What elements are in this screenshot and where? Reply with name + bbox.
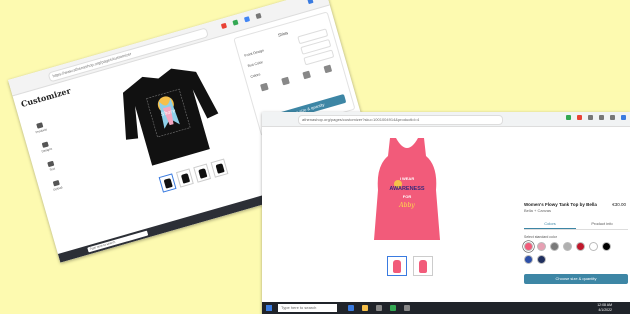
option-label: Front Design — [243, 48, 265, 58]
color-swatch[interactable] — [602, 242, 611, 251]
extension-icon[interactable] — [566, 115, 571, 120]
extension-icon[interactable] — [588, 115, 593, 120]
tool-label: Upload — [52, 185, 63, 192]
toolbar-icons — [566, 115, 626, 120]
color-swatch[interactable] — [537, 242, 546, 251]
taskbar-search[interactable]: Type here to search — [278, 304, 337, 312]
thumbnail-front[interactable] — [158, 173, 177, 193]
tab-colors[interactable]: Colors — [524, 221, 576, 229]
tool-label: Text — [49, 166, 56, 172]
color-swatch[interactable] — [563, 242, 572, 251]
thumbnail-back[interactable] — [175, 168, 194, 188]
option-label: Text Color — [246, 60, 264, 69]
product-tabs: Colors Product info — [524, 221, 628, 230]
address-bar[interactable]: athenashop.org/pages/customizer?sku=1001… — [298, 115, 503, 125]
extension-icon[interactable] — [232, 19, 239, 26]
browser-toolbar: athenashop.org/pages/customizer?sku=1001… — [262, 112, 630, 127]
thumbnail-right[interactable] — [210, 158, 229, 178]
color-swatch[interactable] — [589, 242, 598, 251]
color-swatch[interactable] — [537, 255, 546, 264]
color-swatch[interactable] — [524, 242, 533, 251]
profile-icon[interactable] — [621, 115, 626, 120]
print-line-3: FOR — [403, 194, 412, 199]
extension-icon[interactable] — [255, 12, 262, 20]
folder-icon[interactable] — [362, 305, 368, 311]
chrome-icon[interactable] — [390, 305, 396, 311]
taskbar-clock[interactable]: 12:08 AM 4/1/2022 — [597, 303, 612, 313]
tool-products[interactable]: Products — [29, 120, 52, 139]
print-line-4: Abby — [398, 202, 415, 209]
tool-text[interactable]: Text — [40, 159, 63, 178]
extension-icon[interactable] — [610, 115, 615, 120]
taskbar-search[interactable]: Type here to search — [87, 230, 149, 253]
flip-icon[interactable] — [301, 70, 311, 80]
thumbnail-front[interactable] — [387, 256, 407, 276]
product-panel: Women's Flowy Tank Top by Bella Bella + … — [524, 202, 628, 284]
app-icon[interactable] — [404, 305, 410, 311]
delete-icon[interactable] — [323, 64, 332, 74]
app-icon[interactable] — [376, 305, 382, 311]
product-price: €30.00 — [612, 202, 626, 207]
product-brand: Bella + Canvas — [524, 208, 552, 213]
taskbar-apps — [348, 305, 410, 311]
tool-upload[interactable]: Upload — [46, 178, 69, 197]
choose-size-button[interactable]: Choose size & quantity — [524, 274, 628, 284]
windows-taskbar: Type here to search 12:08 AM 4/1/2022 — [262, 302, 630, 314]
print-line-1: I WEAR — [400, 176, 415, 181]
color-swatch[interactable] — [550, 242, 559, 251]
layer-icon[interactable] — [280, 76, 290, 86]
tool-sidebar: Products Designs Text Upload — [29, 120, 70, 202]
extension-icon[interactable] — [599, 115, 604, 120]
sweater-preview[interactable]: Share — [108, 55, 230, 174]
windows-start-icon[interactable] — [266, 305, 272, 311]
thumbnail-left[interactable] — [193, 163, 212, 183]
align-icon[interactable] — [259, 82, 269, 92]
extension-icon[interactable] — [220, 22, 228, 29]
tank-top-preview[interactable]: I WEAR AWARENESS FOR Abby — [372, 136, 442, 244]
color-swatch[interactable] — [524, 255, 533, 264]
thumbnail-back[interactable] — [413, 256, 433, 276]
color-swatch[interactable] — [576, 242, 585, 251]
tool-designs[interactable]: Designs — [35, 140, 58, 159]
profile-icon[interactable] — [307, 0, 314, 5]
edge-icon[interactable] — [348, 305, 354, 311]
view-thumbnails — [387, 256, 433, 276]
option-label: Colors — [250, 72, 261, 79]
color-swatches — [524, 242, 620, 264]
customizer-screenshot: athenashop.org/pages/customizer?sku=1001… — [262, 112, 630, 314]
tab-product-info[interactable]: Product info — [576, 221, 628, 229]
clock-date: 4/1/2022 — [598, 308, 612, 312]
color-label: Select standard color — [524, 235, 557, 239]
print-line-2: AWARENESS — [389, 186, 424, 192]
extension-icon[interactable] — [577, 115, 582, 120]
extension-icon[interactable] — [243, 16, 251, 23]
